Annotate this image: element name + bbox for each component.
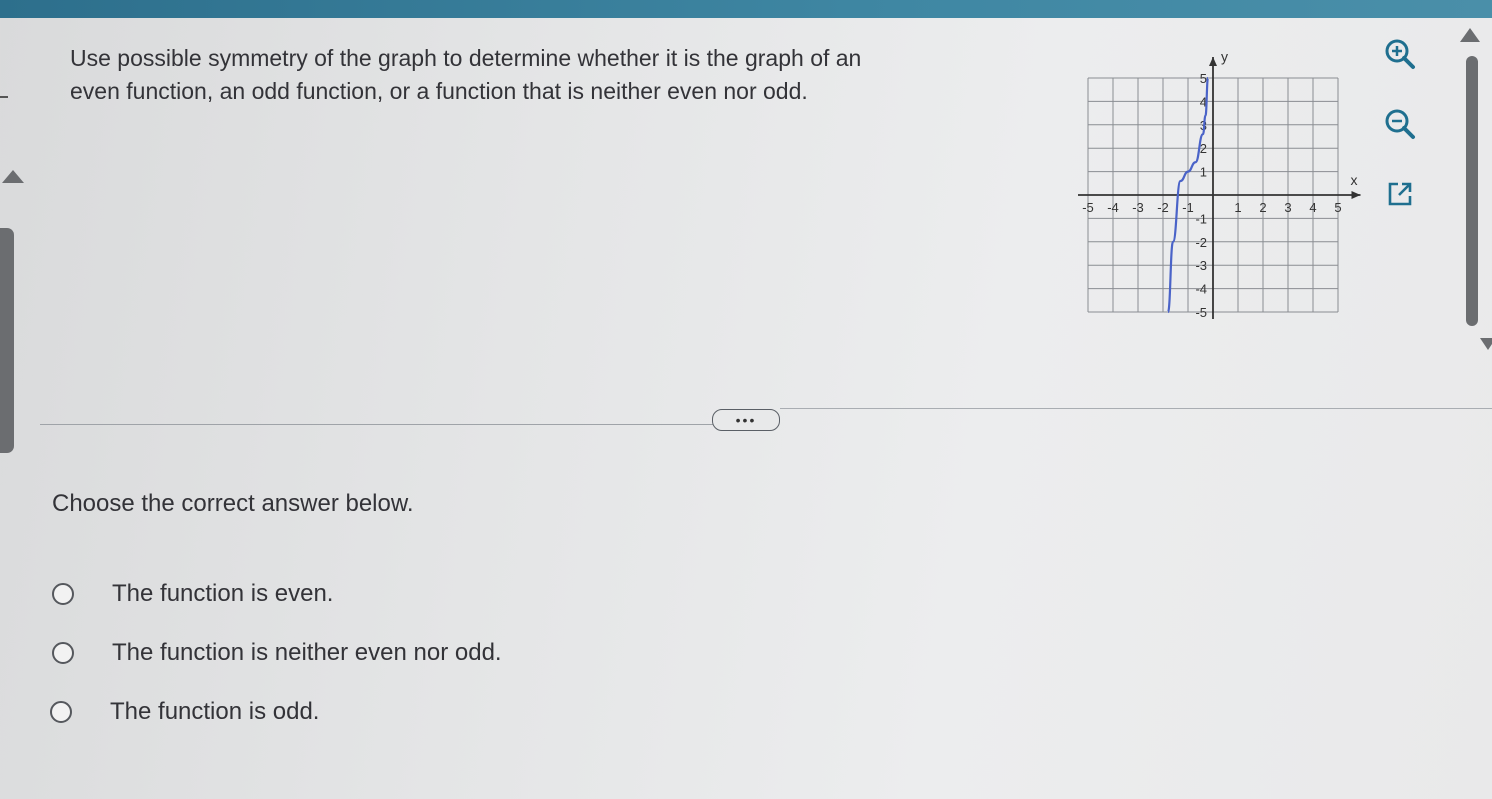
expand-more-button[interactable]: ••• — [712, 409, 780, 431]
tick-label: -5 — [1082, 200, 1094, 215]
zoom-in-button[interactable] — [1380, 34, 1420, 74]
option-label: The function is odd. — [110, 698, 320, 725]
tick-label: -2 — [1195, 235, 1207, 250]
popout-button[interactable] — [1380, 174, 1420, 214]
zoom-out-icon — [1385, 109, 1415, 139]
zoom-out-button[interactable] — [1380, 104, 1420, 144]
divider — [780, 408, 1492, 409]
vertical-scrollbar[interactable] — [1466, 56, 1478, 326]
more-dots: ••• — [735, 412, 757, 428]
external-link-icon — [1388, 182, 1412, 206]
tick-label: -1 — [1182, 200, 1194, 215]
tick-label: 5 — [1334, 200, 1341, 215]
answer-prompt: Choose the correct answer below. — [52, 490, 414, 517]
radio-button[interactable] — [50, 701, 72, 723]
zoom-in-icon — [1385, 39, 1415, 69]
graph-axes — [1078, 56, 1361, 320]
divider — [40, 424, 714, 425]
radio-button[interactable] — [52, 642, 74, 664]
left-marker — [0, 96, 8, 98]
option-label: The function is even. — [112, 580, 334, 607]
scroll-up-arrow[interactable] — [1460, 28, 1480, 42]
question-line-2: even function, an odd function, or a fun… — [70, 78, 808, 104]
x-axis-arrow — [1351, 191, 1361, 199]
tick-label: -3 — [1132, 200, 1144, 215]
tick-label: 1 — [1200, 165, 1207, 180]
radio-button[interactable] — [52, 583, 74, 605]
option-neither[interactable]: The function is neither even nor odd. — [52, 639, 502, 667]
function-graph: -5 -4 -3 -2 -1 1 2 3 4 554321-1-2-3-4-5 x y — [1078, 49, 1361, 320]
tick-label: 3 — [1284, 200, 1291, 215]
left-scroll-up-arrow[interactable] — [2, 170, 24, 183]
tick-label: -1 — [1195, 211, 1207, 226]
option-label: The function is neither even nor odd. — [112, 639, 502, 666]
tick-label: -4 — [1195, 282, 1207, 297]
question-text: Use possible symmetry of the graph to de… — [70, 42, 1010, 108]
tick-label: 5 — [1200, 71, 1207, 86]
option-odd[interactable]: The function is odd. — [50, 698, 319, 726]
option-even[interactable]: The function is even. — [52, 580, 333, 608]
tick-label: -2 — [1157, 200, 1169, 215]
x-axis-label: x — [1351, 172, 1358, 188]
question-line-1: Use possible symmetry of the graph to de… — [70, 45, 862, 71]
left-scrollbar[interactable] — [0, 228, 14, 453]
scroll-down-arrow[interactable] — [1480, 338, 1492, 350]
y-axis-label: y — [1221, 49, 1228, 65]
tick-label: 4 — [1309, 200, 1316, 215]
tick-label: -3 — [1195, 258, 1207, 273]
y-axis-arrow — [1209, 56, 1217, 66]
tick-label: 2 — [1259, 200, 1266, 215]
tick-label: 1 — [1234, 200, 1241, 215]
tick-label: -5 — [1195, 305, 1207, 320]
top-banner — [0, 0, 1492, 18]
tick-label: -4 — [1107, 200, 1119, 215]
